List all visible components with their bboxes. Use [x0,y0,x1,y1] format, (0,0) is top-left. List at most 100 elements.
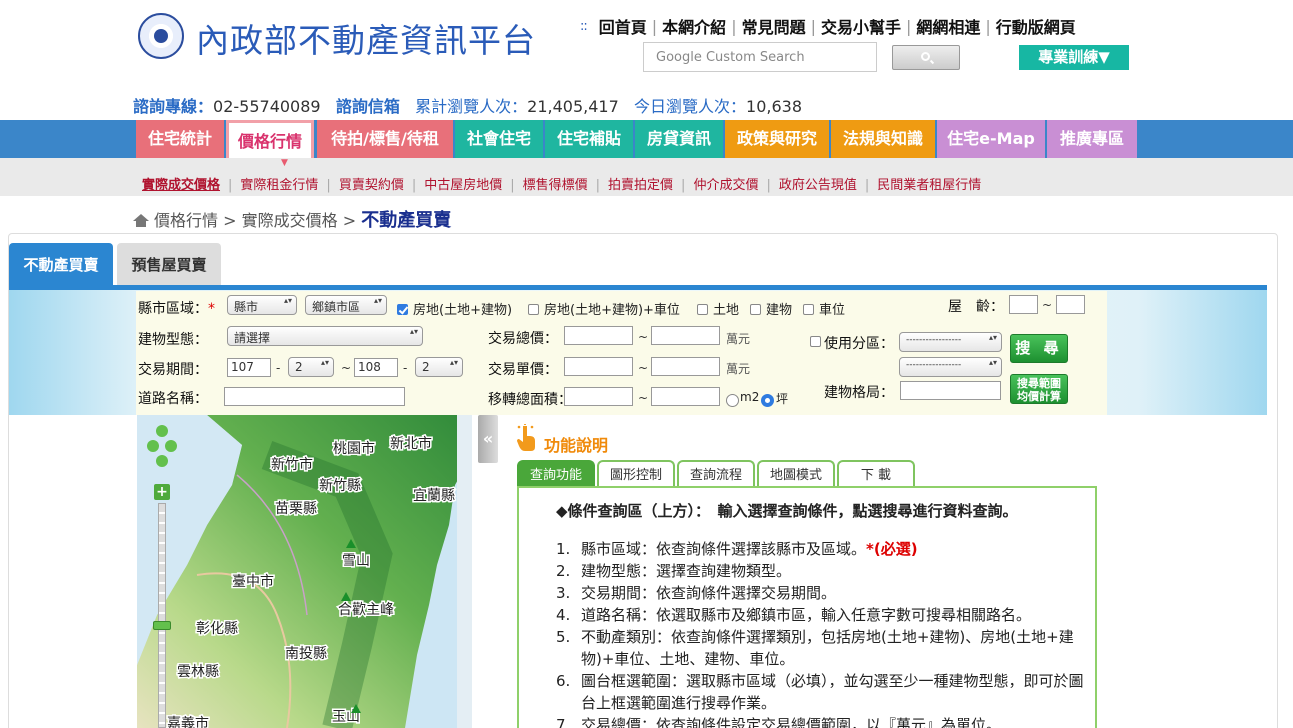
zoning-select-2[interactable]: ----------------- [899,357,1002,377]
period-from-year-input[interactable]: 107 [227,358,271,377]
type-label-land-building-parking: 房地(土地+建物)+車位 [544,303,680,318]
top-nav-about[interactable]: 本網介紹 [658,14,730,38]
tab-presale[interactable]: 預售屋買賣 [117,243,221,287]
zoom-slider-handle[interactable] [153,621,171,630]
map-view[interactable]: 桃園市 新北市 新竹市 新竹縣 宜蘭縣 苗栗縣 雪山 臺中市 合歡主峰 彰化縣 南投縣 雲林縣 玉山 嘉義… [137,415,472,728]
total-price-min-input[interactable] [564,326,633,345]
sub-nav-item[interactable]: 中古屋房地價 [424,178,502,193]
help-tab-query[interactable]: 查詢功能 [517,460,595,487]
help-item-text: 不動產類別：依查詢條件選擇類別，包括房地(土地+建物)、房地(土地+建物)+車位… [581,628,1074,668]
total-price-label: 交易總價： [488,331,558,347]
area-unit-ping-radio[interactable] [761,394,774,407]
town-select[interactable]: 鄉鎮市區 [305,295,387,315]
top-nav-helper[interactable]: 交易小幫手 [817,14,905,38]
top-nav-home[interactable]: 回首頁 [595,14,651,38]
area-unit-m2-radio[interactable] [726,394,739,407]
help-tab-graphics[interactable]: 圖形控制 [597,460,675,487]
period-to-year-input[interactable]: 108 [354,358,398,377]
help-list-item: 3. 交易期間：依查詢條件選擇交易期間。 [556,582,1086,604]
sub-nav-item[interactable]: 買賣契約價 [339,178,404,193]
type-checkbox-building[interactable] [750,304,761,315]
hotline-label: 諮詢專線： [133,97,214,116]
range-average-button[interactable]: 搜尋範圍 均價計算 [1010,374,1068,404]
map-svg: 桃園市 新北市新竹市新竹縣宜蘭縣苗栗縣雪山臺中市合歡主峰彰化縣南投縣雲林縣玉山嘉義… [137,415,472,728]
today-views-label: 今日瀏覽人次： [634,97,747,116]
type-checkbox-land[interactable] [697,304,708,315]
pan-control[interactable] [147,425,177,469]
breadcrumb-level1[interactable]: 價格行情 [154,211,218,230]
area-max-input[interactable] [651,387,720,406]
main-nav-item[interactable]: 價格行情 [226,120,314,158]
zoom-slider-track[interactable] [158,503,166,728]
main-nav-item[interactable]: 住宅e-Map [937,120,1045,158]
sub-nav-item[interactable]: 實際租金行情 [240,178,318,193]
zoning-checkbox[interactable] [810,336,821,347]
help-item-number: 3. [556,584,571,602]
sub-nav-item[interactable]: 政府公告現值 [779,178,857,193]
map-label: 宜蘭縣 [413,488,455,504]
total-views-value: 21,405,417 [527,97,619,116]
unit-price-min-input[interactable] [564,357,633,376]
site-title[interactable]: 內政部不動產資訊平台 [196,14,536,62]
sub-nav-item[interactable]: 仲介成交價 [693,178,758,193]
search-submit-button[interactable]: 搜 尋 [1010,334,1068,363]
tab-realestate[interactable]: 不動產買賣 [9,243,113,287]
main-nav-item[interactable]: 推廣專區 [1047,120,1137,158]
sub-nav-item[interactable]: 拍賣拍定價 [608,178,673,193]
road-name-input[interactable] [224,387,405,406]
training-dropdown-button[interactable]: 專業訓練▼ [1019,45,1129,70]
sub-nav-item[interactable]: 實際成交價格 [142,178,220,193]
sub-nav-sep: | [228,178,233,193]
unit-price-max-input[interactable] [651,357,720,376]
house-age-label: 屋 齡： [948,299,1004,315]
top-nav-mobile[interactable]: 行動版網頁 [992,14,1080,38]
main-nav-item[interactable]: 社會住宅 [455,120,543,158]
zoom-in-icon[interactable]: + [154,484,170,500]
map-label: 南投縣 [285,646,327,662]
help-tab-map-mode[interactable]: 地圖模式 [757,460,835,487]
county-select[interactable]: 縣市 [227,295,297,315]
tilde: ~ [638,361,649,375]
top-nav-links[interactable]: 網網相連 [912,14,984,38]
main-nav: 住宅統計 價格行情 待拍/標售/待租 社會住宅 住宅補貼 房貸資訊 政策與研究 法規與知識 住宅… [0,120,1293,158]
building-type-select[interactable]: 請選擇 [227,326,423,346]
help-list-item: 5. 不動產類別：依查詢條件選擇類別，包括房地(土地+建物)、房地(土地+建物)+… [556,626,1086,670]
map-label: 合歡主峰 [338,602,394,618]
main-nav-item[interactable]: 房貸資訊 [635,120,723,158]
search-button[interactable] [892,45,960,70]
map-label: 新竹市 [271,456,313,473]
sub-nav-item[interactable]: 民間業者租屋行情 [877,178,981,193]
search-input[interactable]: Google Custom Search [643,42,877,72]
period-to-month-select[interactable]: 2 [415,357,463,377]
type-checkbox-land-building-parking[interactable] [528,304,539,315]
search-icon [921,52,930,61]
layout-input[interactable] [900,381,1001,400]
search-form: 縣市區域：* 縣市 鄉鎮市區 房地(土地+建物) 房地(土地+建物)+車位 土地… [136,291,1107,415]
type-checkbox-land-building[interactable] [397,304,408,315]
area-unit-m2-label: m2 [740,390,760,404]
mailbox-link[interactable]: 諮詢信箱 [336,97,400,116]
tilde: ~ [638,391,649,405]
active-tab-arrow-icon: ▼ [281,158,288,168]
map-collapse-toggle[interactable]: « [478,415,498,463]
home-icon[interactable] [133,214,149,227]
area-label: 移轉總面積： [488,392,572,408]
main-nav-item[interactable]: 住宅補貼 [545,120,633,158]
main-nav-item[interactable]: 政策與研究 [725,120,829,158]
house-age-max-input[interactable] [1056,295,1085,314]
sub-nav-item[interactable]: 標售得標價 [523,178,588,193]
total-price-max-input[interactable] [651,326,720,345]
type-checkbox-parking[interactable] [803,304,814,315]
main-nav-item[interactable]: 法規與知識 [831,120,935,158]
main-nav-item[interactable]: 待拍/標售/待租 [317,120,453,158]
area-min-input[interactable] [564,387,633,406]
help-tab-flow[interactable]: 查詢流程 [677,460,755,487]
top-nav-faq[interactable]: 常見問題 [738,14,810,38]
ministry-seal-logo[interactable] [138,13,184,59]
breadcrumb-level2[interactable]: 實際成交價格 [242,211,338,230]
period-from-month-select[interactable]: 2 [288,357,334,377]
zoning-select-1[interactable]: ----------------- [899,332,1002,352]
house-age-min-input[interactable] [1009,295,1038,314]
main-nav-item[interactable]: 住宅統計 [136,120,224,158]
help-tab-download[interactable]: 下 載 [837,460,915,487]
